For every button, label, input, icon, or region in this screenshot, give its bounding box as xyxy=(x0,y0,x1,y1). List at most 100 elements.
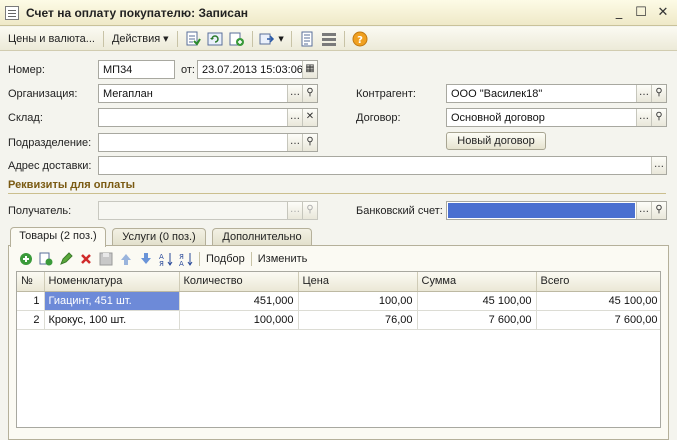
column-header-quantity[interactable]: Количество xyxy=(179,272,299,292)
sort-asc-icon[interactable]: AЯ xyxy=(156,250,176,268)
search-icon[interactable]: ⚲ xyxy=(651,85,666,102)
date-field[interactable]: 23.07.2013 15:03:06 ▦ xyxy=(197,60,318,79)
clear-icon[interactable]: ✕ xyxy=(302,109,317,126)
org-field[interactable]: Мегаплан … ⚲ xyxy=(98,84,318,103)
address-field[interactable]: … xyxy=(98,156,667,175)
recipient-field[interactable]: … ⚲ xyxy=(98,201,318,220)
ellipsis-icon[interactable]: … xyxy=(287,202,302,219)
ellipsis-icon[interactable]: … xyxy=(651,157,666,174)
row-number[interactable]: 1 xyxy=(17,291,45,311)
recipient-label: Получатель: xyxy=(8,205,72,217)
ellipsis-icon[interactable]: … xyxy=(287,85,302,102)
svg-text:Я: Я xyxy=(159,260,164,267)
prices-menu[interactable]: Цены и валюта... xyxy=(4,29,99,49)
number-value: МП34 xyxy=(103,63,133,76)
tab-services[interactable]: Услуги (0 поз.) xyxy=(112,228,206,246)
chevron-down-icon: ▼ xyxy=(163,34,169,43)
search-icon[interactable]: ⚲ xyxy=(302,202,317,219)
bank-account-field[interactable]: … ⚲ xyxy=(446,201,667,220)
document-journal-icon[interactable] xyxy=(296,29,318,49)
row-quantity[interactable]: 100,000 xyxy=(179,310,299,330)
edit-button[interactable]: Изменить xyxy=(255,253,311,265)
app-icon xyxy=(5,5,19,20)
column-header-sum[interactable]: Сумма xyxy=(417,272,537,292)
edit-row-icon[interactable] xyxy=(56,250,76,268)
number-label: Номер: xyxy=(8,64,45,76)
copy-document-icon[interactable] xyxy=(226,29,248,49)
save-icon[interactable] xyxy=(96,250,116,268)
division-label: Подразделение: xyxy=(8,137,92,149)
create-based-on-icon[interactable]: ▼ xyxy=(257,29,287,49)
contract-label: Договор: xyxy=(356,112,401,124)
row-sum[interactable]: 7 600,00 xyxy=(417,310,537,330)
search-icon[interactable]: ⚲ xyxy=(651,202,666,219)
table-row[interactable]: 2 Крокус, 100 шт. 100,000 76,00 7 600,00… xyxy=(17,310,660,330)
row-item[interactable]: Гиацинт, 451 шт. xyxy=(44,291,180,311)
search-icon[interactable]: ⚲ xyxy=(651,109,666,126)
org-label: Организация: xyxy=(8,88,78,100)
actions-menu[interactable]: Действия ▼ xyxy=(108,29,173,49)
sort-desc-icon[interactable]: ЯA xyxy=(176,250,196,268)
svg-text:A: A xyxy=(179,260,184,267)
minimize-icon[interactable]: _ xyxy=(611,5,627,21)
payment-section-title: Реквизиты для оплаты xyxy=(8,179,135,191)
row-number[interactable]: 2 xyxy=(17,310,45,330)
ellipsis-icon[interactable]: … xyxy=(636,109,651,126)
svg-text:?: ? xyxy=(357,35,363,46)
close-icon[interactable]: ✕ xyxy=(655,5,671,21)
tab-goods[interactable]: Товары (2 поз.) xyxy=(10,227,106,247)
move-up-icon[interactable] xyxy=(116,250,136,268)
division-field[interactable]: … ⚲ xyxy=(98,133,318,152)
counterparty-value: ООО "Василек18" xyxy=(451,87,543,100)
move-down-icon[interactable] xyxy=(136,250,156,268)
help-icon[interactable]: ? xyxy=(349,29,371,49)
main-toolbar: Цены и валюта... Действия ▼ ▼ ? xyxy=(0,27,677,51)
warehouse-field[interactable]: … ✕ xyxy=(98,108,318,127)
ellipsis-icon[interactable]: … xyxy=(287,109,302,126)
row-total[interactable]: 45 100,00 xyxy=(536,291,660,311)
table-toolbar: AЯ ЯA Подбор Изменить xyxy=(16,249,310,269)
new-contract-button[interactable]: Новый договор xyxy=(446,132,546,150)
refresh-icon[interactable] xyxy=(204,29,226,49)
row-price[interactable]: 100,00 xyxy=(298,291,418,311)
search-icon[interactable]: ⚲ xyxy=(302,85,317,102)
delete-row-icon[interactable] xyxy=(76,250,96,268)
warehouse-label: Склад: xyxy=(8,112,43,124)
date-value: 23.07.2013 15:03:06 xyxy=(202,63,302,76)
copy-row-icon[interactable] xyxy=(36,250,56,268)
contract-field[interactable]: Основной договор … ⚲ xyxy=(446,108,667,127)
row-quantity[interactable]: 451,000 xyxy=(179,291,299,311)
window-title: Счет на оплату покупателю: Записан xyxy=(26,5,249,20)
title-bar: Счет на оплату покупателю: Записан _ ☐ ✕ xyxy=(0,0,677,26)
section-divider xyxy=(8,193,666,194)
add-row-icon[interactable] xyxy=(16,250,36,268)
counterparty-field[interactable]: ООО "Василек18" … ⚲ xyxy=(446,84,667,103)
row-item[interactable]: Крокус, 100 шт. xyxy=(44,310,180,330)
contract-value: Основной договор xyxy=(451,111,545,124)
column-header-number[interactable]: № xyxy=(17,272,45,292)
ellipsis-icon[interactable]: … xyxy=(636,202,651,219)
ellipsis-icon[interactable]: … xyxy=(287,134,302,151)
select-button[interactable]: Подбор xyxy=(203,253,248,265)
row-sum[interactable]: 45 100,00 xyxy=(417,291,537,311)
row-price[interactable]: 76,00 xyxy=(298,310,418,330)
table-header-row: № Номенклатура Количество Цена Сумма Все… xyxy=(17,272,660,292)
table-row[interactable]: 1 Гиацинт, 451 шт. 451,000 100,00 45 100… xyxy=(17,291,660,311)
org-value: Мегаплан xyxy=(103,87,153,100)
tab-additional[interactable]: Дополнительно xyxy=(212,228,312,246)
search-icon[interactable]: ⚲ xyxy=(302,134,317,151)
maximize-icon[interactable]: ☐ xyxy=(633,5,649,21)
ellipsis-icon[interactable]: … xyxy=(636,85,651,102)
address-label: Адрес доставки: xyxy=(8,160,92,172)
calendar-icon[interactable]: ▦ xyxy=(302,61,317,78)
date-label: от: xyxy=(181,64,195,76)
column-header-total[interactable]: Всего xyxy=(536,272,660,292)
number-field[interactable]: МП34 xyxy=(98,60,175,79)
structure-icon[interactable] xyxy=(318,29,340,49)
row-total[interactable]: 7 600,00 xyxy=(536,310,660,330)
bank-account-label: Банковский счет: xyxy=(356,205,443,217)
column-header-item[interactable]: Номенклатура xyxy=(44,272,180,292)
post-document-icon[interactable] xyxy=(182,29,204,49)
goods-table[interactable]: № Номенклатура Количество Цена Сумма Все… xyxy=(16,271,661,428)
column-header-price[interactable]: Цена xyxy=(298,272,418,292)
